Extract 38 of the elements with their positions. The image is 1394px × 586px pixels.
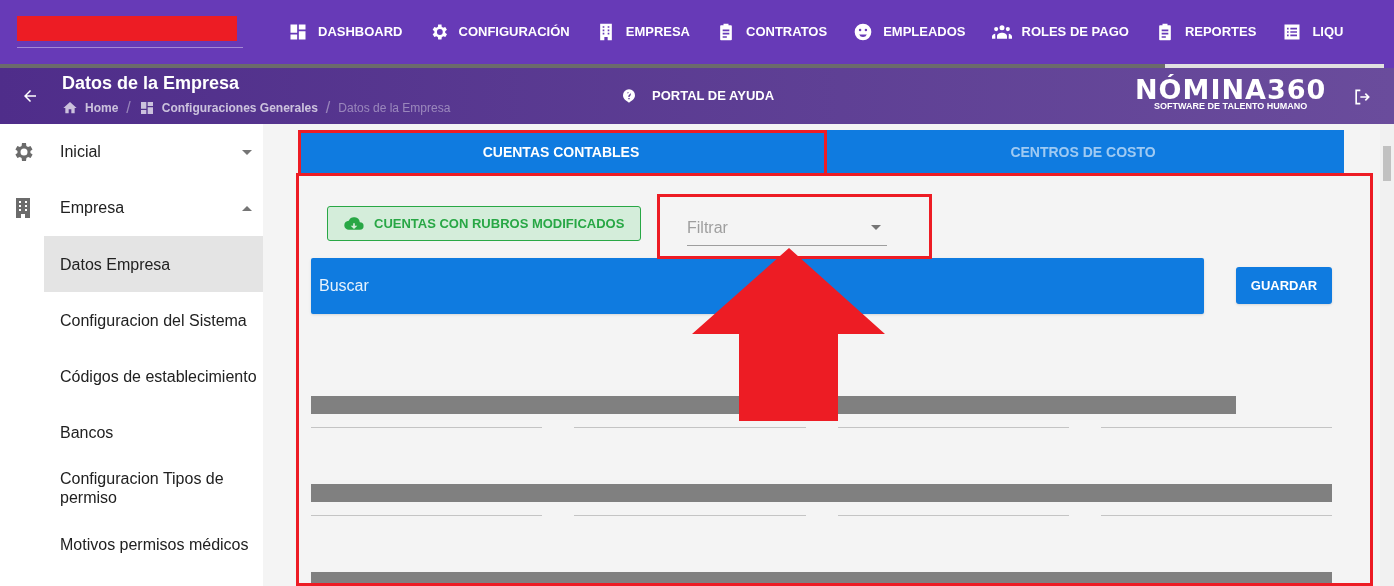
nav-link[interactable]: EMPLEADOS bbox=[853, 22, 966, 42]
expand-caret-icon bbox=[242, 149, 252, 155]
dropdown-caret-icon bbox=[871, 225, 881, 230]
home-icon bbox=[62, 100, 78, 116]
sidebar-group[interactable]: Inicial bbox=[0, 124, 263, 180]
cloud-download-icon bbox=[344, 215, 364, 232]
dashboard-icon bbox=[138, 100, 155, 116]
sidebar-item[interactable]: Configuracion del Sistema bbox=[44, 292, 263, 348]
nav-link[interactable]: DASHBOARD bbox=[288, 22, 403, 42]
sidebar-item[interactable]: Motivos permisos médicos bbox=[44, 516, 263, 572]
nav-link[interactable]: LIQU bbox=[1282, 22, 1344, 42]
collapse-caret-icon bbox=[242, 205, 252, 211]
nav-link[interactable]: EMPRESA bbox=[595, 22, 690, 42]
sidebar-item[interactable]: Bancos bbox=[44, 404, 263, 460]
nav-link[interactable]: CONTRATOS bbox=[716, 22, 828, 42]
nav-link[interactable]: CONFIGURACIÓN bbox=[428, 22, 570, 42]
save-button[interactable]: GUARDAR bbox=[1236, 267, 1332, 304]
nav-link[interactable]: REPORTES bbox=[1154, 22, 1257, 42]
scrollbar-thumb[interactable] bbox=[1383, 146, 1391, 181]
help-icon[interactable] bbox=[621, 86, 637, 105]
sidebar-item[interactable]: Configuracion Tipos de permiso bbox=[44, 460, 263, 516]
search-field[interactable]: Buscar bbox=[311, 258, 1204, 314]
page-title: Datos de la Empresa bbox=[62, 72, 241, 94]
breadcrumb-link[interactable]: Configuraciones Generales bbox=[138, 99, 318, 117]
dashboard-icon bbox=[288, 22, 308, 42]
sidebar-group[interactable]: Empresa bbox=[0, 180, 263, 236]
help-portal-link[interactable]: PORTAL DE AYUDA bbox=[652, 86, 775, 106]
breadcrumb-link[interactable]: Home bbox=[62, 99, 119, 117]
sidebar-item[interactable]: Códigos de establecimiento bbox=[44, 348, 263, 404]
breadcrumb-separator: / bbox=[325, 98, 331, 118]
list-icon bbox=[1282, 22, 1303, 42]
face-icon bbox=[853, 22, 874, 42]
breadcrumb-separator: / bbox=[126, 98, 131, 118]
breadcrumb-current: Datos de la Empresa bbox=[338, 100, 451, 117]
nav-link[interactable]: ROLES DE PAGO bbox=[991, 22, 1129, 42]
logout-icon[interactable] bbox=[1352, 87, 1372, 107]
sidebar-item[interactable]: Datos Empresa bbox=[44, 236, 263, 292]
people-icon bbox=[991, 22, 1012, 42]
